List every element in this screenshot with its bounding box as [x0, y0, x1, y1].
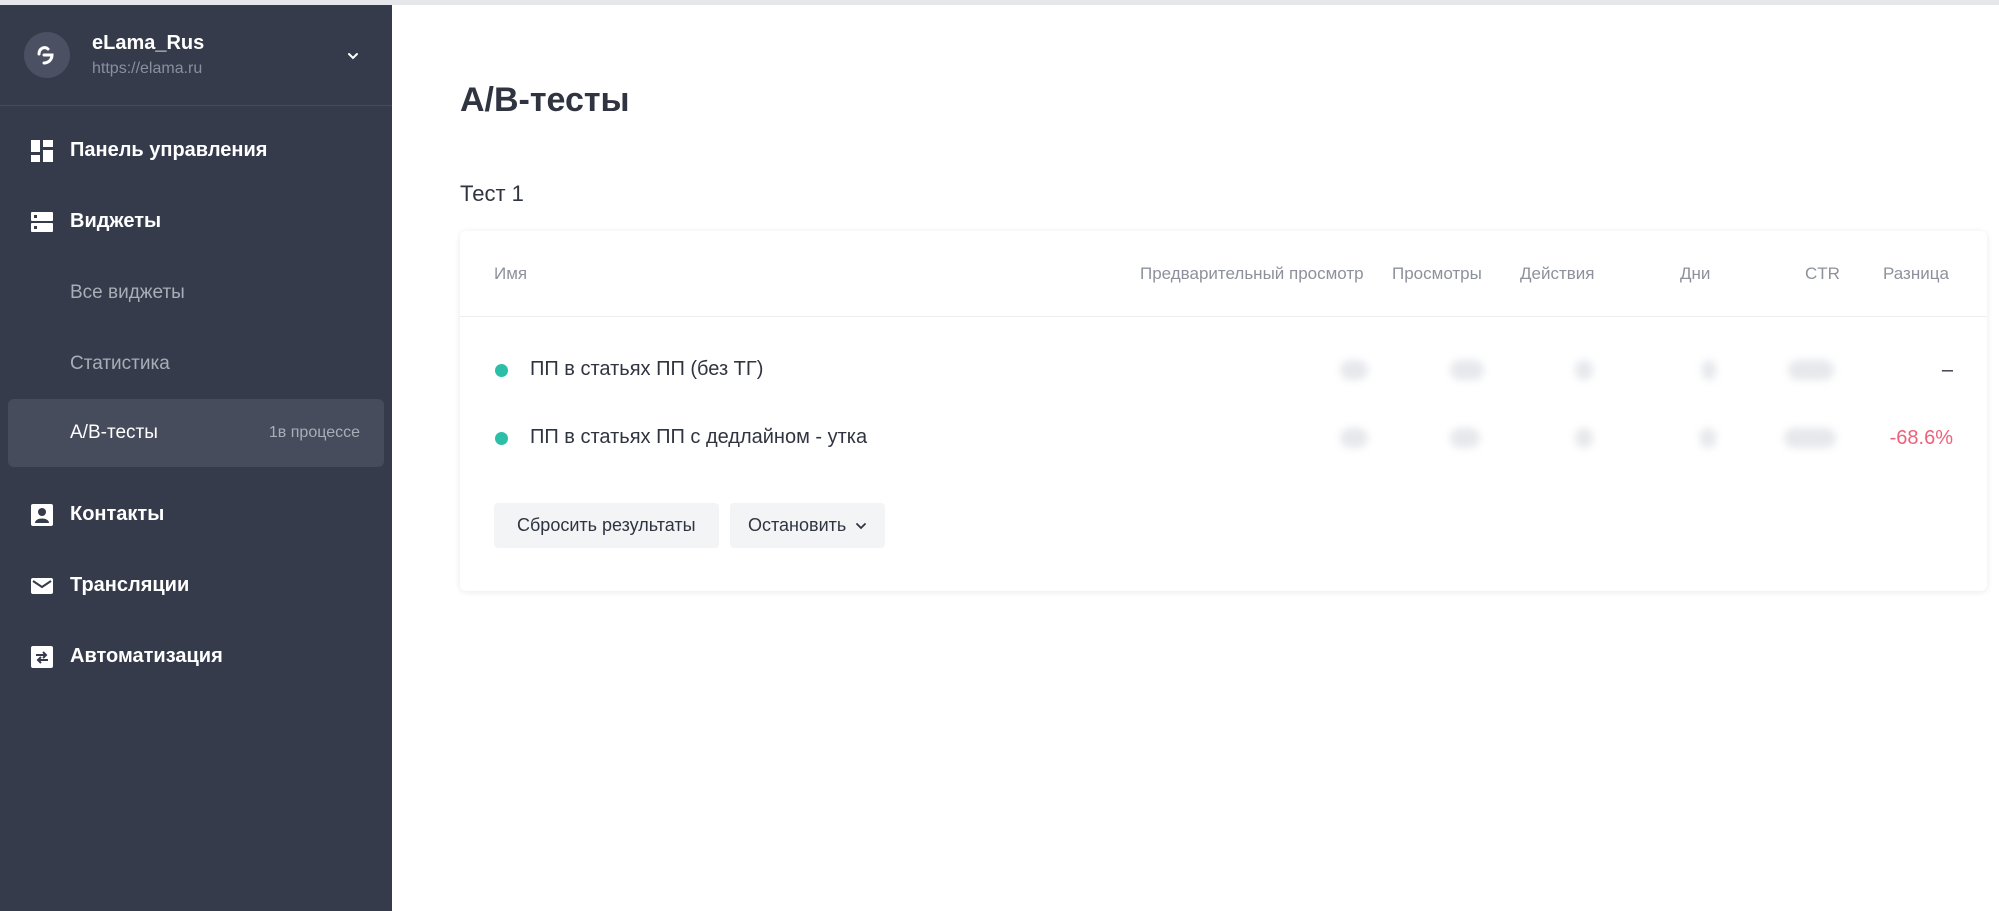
sidebar-nav: Панель управления Виджеты Все виджеты Ст… — [0, 106, 392, 692]
sidebar-item-label: Статистика — [70, 352, 170, 374]
column-header-ctr: CTR — [1805, 264, 1840, 283]
chevron-down-icon[interactable] — [346, 49, 360, 63]
sidebar-item-widgets[interactable]: Виджеты — [0, 186, 392, 257]
sidebar-item-broadcasts[interactable]: Трансляции — [0, 550, 392, 621]
sidebar-item-all-widgets[interactable]: Все виджеты — [0, 257, 392, 328]
main-content: A/B-тесты Тест 1 Имя Предварительный про… — [392, 5, 1999, 911]
column-header-actions: Действия — [1520, 264, 1595, 283]
difference-value: -68.6% — [1889, 427, 1953, 449]
test-name: Тест 1 — [460, 181, 524, 206]
ab-test-card: Имя Предварительный просмотр Просмотры Д… — [460, 231, 1987, 591]
widgets-icon — [30, 210, 54, 234]
preview-thumbnail[interactable] — [1340, 428, 1368, 448]
sidebar-item-label: Виджеты — [70, 210, 162, 232]
ctr-value-hidden — [1788, 360, 1834, 380]
sidebar: eLama_Rus https://elama.ru Панель управл… — [0, 5, 392, 911]
column-header-views: Просмотры — [1392, 264, 1482, 283]
status-dot — [495, 432, 508, 445]
elama-logo-icon — [24, 32, 70, 78]
sidebar-item-automation[interactable]: Автоматизация — [0, 621, 392, 692]
chevron-down-icon — [856, 522, 867, 529]
sidebar-item-statistics[interactable]: Статистика — [0, 328, 392, 399]
top-border — [0, 0, 1999, 5]
button-label: Сбросить результаты — [517, 515, 696, 535]
ctr-value-hidden — [1784, 428, 1836, 448]
actions-value-hidden — [1575, 428, 1593, 448]
sidebar-item-label: Контакты — [70, 503, 165, 525]
sidebar-item-label: Все виджеты — [70, 281, 185, 303]
sidebar-item-dashboard[interactable]: Панель управления — [0, 115, 392, 186]
envelope-icon — [30, 574, 54, 598]
column-header-name: Имя — [494, 264, 528, 283]
table-row[interactable]: ПП в статьях ПП с дедлайном - утка -68.6… — [460, 413, 1987, 461]
actions-value-hidden — [1575, 360, 1593, 380]
preview-thumbnail[interactable] — [1340, 360, 1368, 380]
dashboard-icon — [30, 139, 54, 163]
button-label: Остановить — [748, 515, 847, 535]
sidebar-item-label: Панель управления — [70, 139, 268, 161]
reset-results-button[interactable]: Сбросить результаты — [494, 503, 719, 548]
account-name: eLama_Rus — [92, 32, 205, 54]
sidebar-item-contacts[interactable]: Контакты — [0, 479, 392, 550]
automation-icon — [30, 645, 54, 669]
stop-dropdown-button[interactable]: Остановить — [730, 503, 886, 548]
column-header-preview: Предварительный просмотр — [1140, 264, 1364, 283]
sidebar-item-label: A/B-тесты — [70, 422, 158, 443]
days-value-hidden — [1702, 360, 1716, 380]
status-badge: 1в процессе — [268, 424, 360, 441]
sidebar-item-label: Автоматизация — [70, 645, 223, 667]
views-value-hidden — [1450, 360, 1484, 380]
column-header-days: Дни — [1680, 264, 1711, 283]
account-switcher[interactable]: eLama_Rus https://elama.ru — [0, 5, 392, 106]
account-url: https://elama.ru — [92, 60, 203, 77]
contact-card-icon — [30, 503, 54, 527]
variant-name: ПП в статьях ПП с дедлайном - утка — [530, 426, 868, 448]
sidebar-item-ab-tests[interactable]: A/B-тесты 1в процессе — [8, 399, 384, 467]
status-dot — [495, 364, 508, 377]
difference-value: – — [1941, 359, 1953, 381]
views-value-hidden — [1450, 428, 1480, 448]
table-row[interactable]: ПП в статьях ПП (без ТГ) – — [460, 345, 1987, 393]
days-value-hidden — [1700, 428, 1716, 448]
table-header: Имя Предварительный просмотр Просмотры Д… — [460, 231, 1987, 317]
sidebar-item-label: Трансляции — [70, 574, 190, 596]
page-title: A/B-тесты — [460, 81, 630, 119]
variant-name: ПП в статьях ПП (без ТГ) — [530, 358, 764, 380]
column-header-difference: Разница — [1883, 264, 1949, 283]
